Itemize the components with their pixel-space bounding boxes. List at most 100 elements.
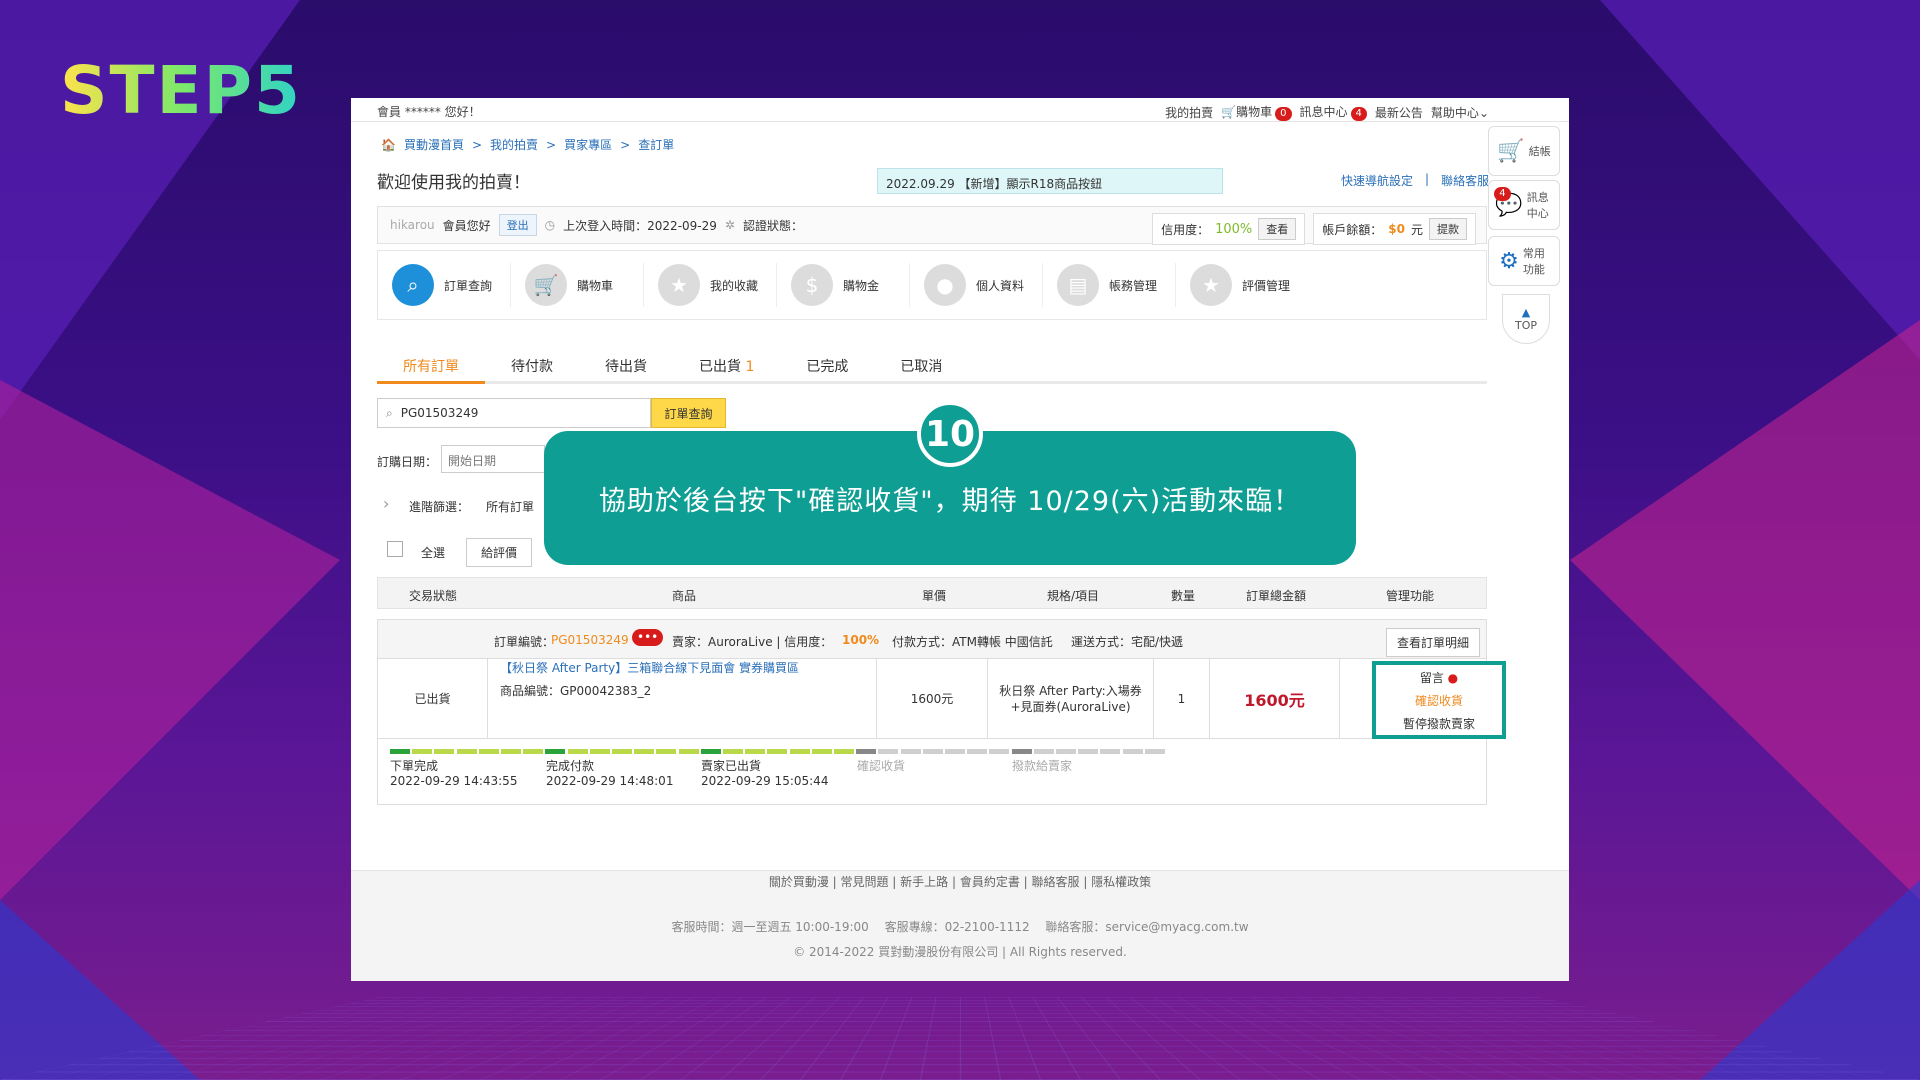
nav-shopping-credit[interactable]: $ 購物金 <box>777 263 910 307</box>
crumb-my-auction[interactable]: 我的拍賣 <box>490 136 538 153</box>
product-link[interactable]: 【秋日祭 After Party】三箱聯合線下見面會 實券購買區 <box>500 659 799 676</box>
start-date-input[interactable]: 開始日期 <box>441 445 545 473</box>
tab-shipped[interactable]: 已出貨 1 <box>673 344 780 381</box>
progress-segment <box>656 749 677 754</box>
contact-link[interactable]: 聯絡客服 <box>1441 172 1489 189</box>
tab-all-orders[interactable]: 所有訂單 <box>377 344 485 384</box>
sidebar-common-functions[interactable]: ⚙ 常用功能 <box>1488 236 1560 286</box>
news-link[interactable]: 最新公告 <box>1375 104 1423 121</box>
sidebar-checkout[interactable]: 🛒 結帳 <box>1488 126 1560 176</box>
row-status: 已出貨 <box>378 659 488 738</box>
seller-info: 賣家：AuroraLive | 信用度： <box>672 635 833 649</box>
table-header: 交易狀態 商品 單價 規格/項目 數量 訂單總金額 管理功能 <box>377 577 1487 609</box>
product-no: 商品編號：GP00042383_2 <box>500 684 652 698</box>
crumb-orders[interactable]: 查訂單 <box>638 136 674 153</box>
progress-segment <box>811 749 832 754</box>
cart-icon: 🛒 <box>525 264 567 306</box>
pause-payment-link[interactable]: 暫停撥款賣家 <box>1403 715 1475 732</box>
date-label: 訂購日期： <box>377 455 438 469</box>
user-info-row: hikarou 會員您好 登出 ◷ 上次登入時間：2022-09-29 ✲ 認證… <box>377 206 1487 245</box>
cart-link[interactable]: 🛒購物車 0 <box>1221 103 1292 121</box>
wallet-icon: ▤ <box>1057 264 1099 306</box>
crumb-home[interactable]: 買動漫首頁 <box>404 136 464 153</box>
progress-step: 確認收貨 <box>857 759 906 773</box>
col-spec: 規格/項目 <box>1047 589 1100 603</box>
message-bubble-icon[interactable]: ••• <box>632 629 664 646</box>
help-link[interactable]: 幫助中心⌄ <box>1431 104 1489 121</box>
progress-segment <box>390 749 410 754</box>
order-no[interactable]: PG01503249 <box>551 633 629 647</box>
back-to-top-button[interactable]: ▲ TOP <box>1502 294 1550 344</box>
nav-profile[interactable]: ● 個人資料 <box>910 263 1043 307</box>
nav-order-search[interactable]: ⌕ 訂單查詢 <box>378 263 511 307</box>
progress-segment <box>1056 749 1076 754</box>
order-search-button[interactable]: 訂單查詢 <box>651 398 726 428</box>
user-icon: ● <box>924 264 966 306</box>
balance-box: 帳戶餘額： $0 元 提款 <box>1313 213 1476 245</box>
cart-icon: 🛒 <box>1221 105 1237 119</box>
withdraw-button[interactable]: 提款 <box>1429 218 1467 240</box>
quick-nav-link[interactable]: 快速導航設定 <box>1341 172 1413 189</box>
last-login: 上次登入時間：2022-09-29 <box>563 218 717 233</box>
tab-completed[interactable]: 已完成 <box>780 344 874 381</box>
progress-segment <box>856 749 877 754</box>
col-product: 商品 <box>672 589 697 603</box>
tab-pending-payment[interactable]: 待付款 <box>485 344 579 381</box>
view-credit-button[interactable]: 查看 <box>1258 218 1297 240</box>
nav-accounting[interactable]: ▤ 帳務管理 <box>1043 263 1176 307</box>
view-order-detail-button[interactable]: 查看訂單明細 <box>1386 628 1481 657</box>
col-manage: 管理功能 <box>1386 589 1435 603</box>
confirm-receipt-link[interactable]: 確認收貨 <box>1415 692 1463 709</box>
footer-links[interactable]: 關於買動漫 | 常見問題 | 新手上路 | 會員約定書 | 聯絡客服 | 隱私權… <box>351 873 1569 890</box>
feature-nav: ⌕ 訂單查詢 🛒 購物車 ★ 我的收藏 $ 購物金 ● 個人資料 ▤ 帳務管理 ★ 評價管理 <box>377 250 1487 320</box>
sidebar-message-center[interactable]: 💬 4 訊息中心 <box>1488 180 1560 230</box>
message-center-link[interactable]: 訊息中心 4 <box>1300 103 1367 121</box>
user-name: hikarou <box>390 218 435 232</box>
progress-segment <box>523 749 544 754</box>
screenshot-panel: 會員 ****** 您好！ 我的拍賣 🛒購物車 0 訊息中心 4 最新公告 幫助中心… <box>351 98 1569 981</box>
order-header: 訂單編號： PG01503249 ••• 賣家：AuroraLive | 信用度… <box>377 619 1487 659</box>
progress-segment <box>589 749 610 754</box>
arrow-up-icon: ▲ <box>1521 306 1531 319</box>
progress-step: 賣家已出貨 2022-09-29 15:05:44 <box>701 759 829 788</box>
select-all-checkbox[interactable] <box>387 541 403 557</box>
cart-icon: 🛒 <box>1497 138 1525 164</box>
chevron-right-icon: › <box>383 494 390 513</box>
order-progress: 下單完成 2022-09-29 14:43:55 完成付款 2022-09-29 1… <box>377 739 1487 805</box>
order-search-input[interactable]: ⌕ PG01503249 <box>377 398 651 428</box>
progress-segment <box>567 749 588 754</box>
notice-banner[interactable]: 2022.09.29 【新增】顯示R18商品按鈕 <box>877 168 1223 194</box>
progress-segment <box>967 749 988 754</box>
step-title: STEP5 <box>60 52 302 129</box>
tab-pending-shipment[interactable]: 待出貨 <box>579 344 673 381</box>
nav-favorites[interactable]: ★ 我的收藏 <box>644 263 777 307</box>
progress-segment <box>723 749 743 754</box>
credit-value: 100% <box>1215 221 1253 237</box>
highlighted-action-box: 留言 ● 確認收貨 暫停撥款賣家 <box>1372 661 1506 739</box>
gear-icon: ⚙ <box>1499 248 1519 274</box>
search-icon: ⌕ <box>392 264 434 306</box>
table-row: 已出貨 【秋日祭 After Party】三箱聯合線下見面會 實券購買區 商品編… <box>377 659 1506 739</box>
progress-segment <box>989 749 1010 754</box>
logout-button[interactable]: 登出 <box>498 214 537 236</box>
shipped-count: 1 <box>745 359 755 375</box>
tab-cancelled[interactable]: 已取消 <box>874 344 968 381</box>
step-number-badge: 10 <box>917 401 983 467</box>
nav-reviews[interactable]: ★ 評價管理 <box>1176 263 1309 307</box>
verify-status: 認證狀態： <box>742 218 803 233</box>
chevron-down-icon: ⌄ <box>1478 105 1489 120</box>
star-icon: ★ <box>658 264 700 306</box>
order-no-label: 訂單編號： <box>494 635 555 649</box>
greeting: 會員 ****** 您好！ <box>377 105 481 119</box>
nav-cart[interactable]: 🛒 購物車 <box>511 263 644 307</box>
my-auction-link[interactable]: 我的拍賣 <box>1165 104 1213 121</box>
progress-segment <box>922 749 943 754</box>
credit-box: 信用度： 100% 查看 <box>1152 213 1306 245</box>
progress-segment <box>1144 749 1165 754</box>
advanced-filter-value[interactable]: 所有訂單 <box>486 498 534 515</box>
progress-segment <box>434 749 455 754</box>
progress-segment <box>834 749 854 754</box>
give-review-button[interactable]: 給評價 <box>466 538 533 567</box>
crumb-buyer[interactable]: 買家專區 <box>564 136 612 153</box>
leave-message-link[interactable]: 留言 ● <box>1420 669 1458 686</box>
